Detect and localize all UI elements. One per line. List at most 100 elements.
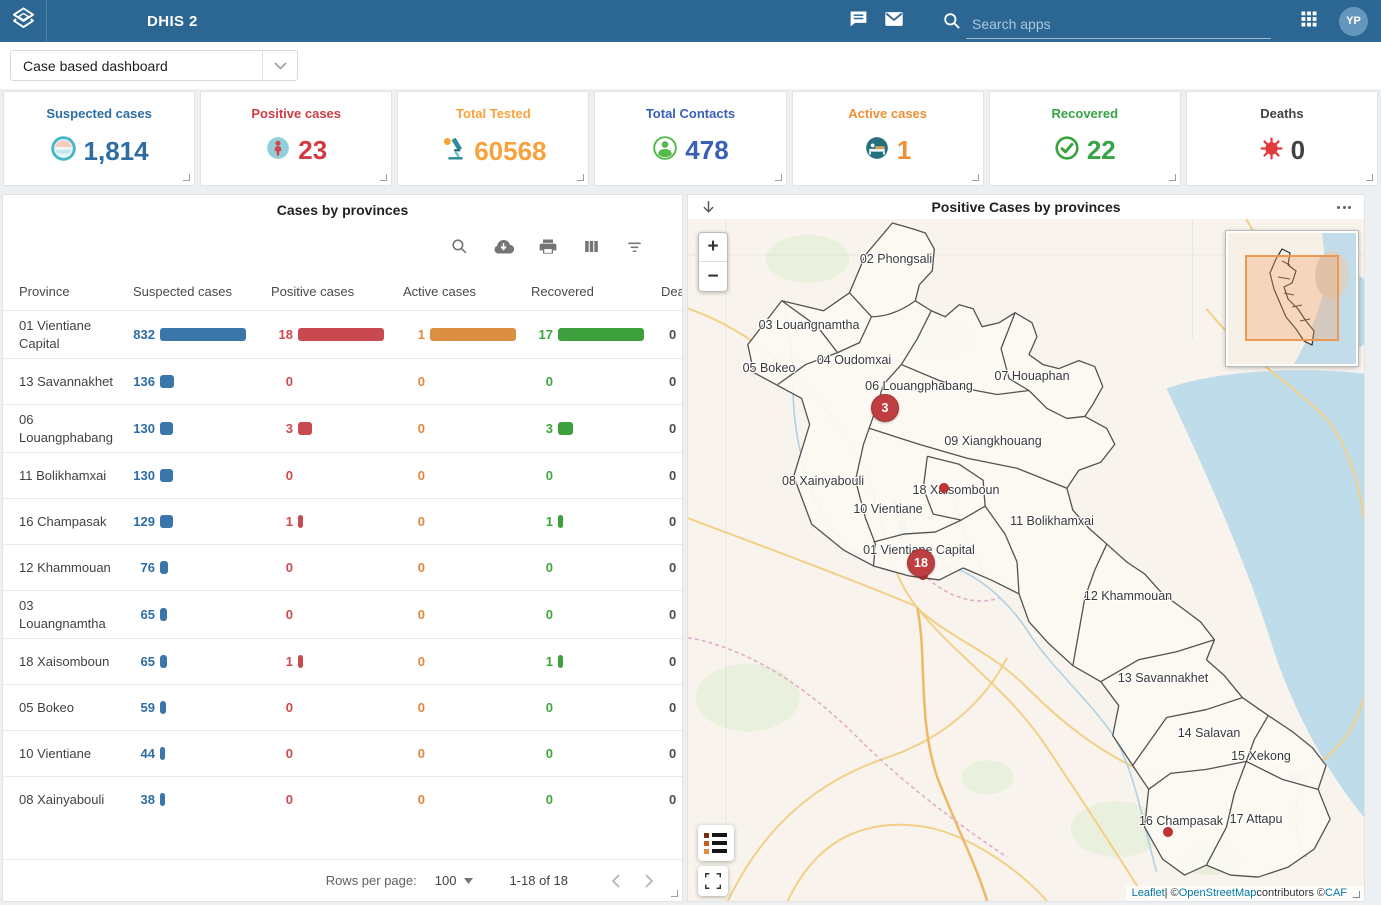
kpi-value-row: 1,814 [50,135,149,167]
cell-value: 0 [531,746,553,761]
case-point-marker[interactable] [1163,827,1173,837]
case-point-marker[interactable] [939,483,949,493]
table-filter-button[interactable] [625,237,644,261]
cell-value: 0 [531,468,553,483]
table-search-button[interactable] [450,237,469,261]
cell-bar [298,328,384,341]
cell-deaths: 0 [661,514,683,529]
cell-value: 0 [271,560,293,575]
cell-positive: 0 [271,700,403,715]
map-label-04-oudomxai: 04 Oudomxai [817,353,891,367]
caf-link[interactable]: CAF [1325,887,1347,899]
cell-recovered: 0 [531,374,661,389]
dashboard-select[interactable]: Case based dashboard [10,50,298,81]
column-header-recovered: Recovered [531,284,661,299]
apps-menu-button[interactable] [1291,3,1327,39]
resize-handle[interactable] [380,174,387,181]
resize-handle[interactable] [671,890,678,897]
overview-minimap[interactable] [1226,231,1358,366]
person-positive-icon [265,135,291,166]
dhis2-logo-icon [10,5,37,37]
table-toolbar [3,218,682,272]
dhis2-logo-button[interactable] [0,0,47,42]
cell-suspected: 136 [133,374,271,389]
cell-value: 0 [531,700,553,715]
search-icon [450,237,469,261]
more-options-button[interactable] [1324,206,1364,209]
table-row: 03 Louangnamtha650000 [3,590,683,638]
cell-suspected: 65 [133,654,271,669]
cell-value: 0 [403,654,425,669]
cell-deaths: 0 [661,421,683,436]
rows-per-page-value: 100 [435,873,457,888]
rows-per-page-select[interactable]: 100 [435,873,474,888]
cell-active: 0 [403,421,531,436]
search-icon [938,3,966,39]
cell-value: 136 [133,374,155,389]
kpi-value-row: 23 [265,135,327,166]
cell-bar [160,515,173,528]
column-header-province: Province [19,284,133,299]
leaflet-map[interactable]: 02 Phongsali03 Louangnamtha04 Oudomxai05… [688,219,1364,901]
zoom-in-button[interactable]: + [699,233,727,262]
cell-value: 0 [531,792,553,807]
map-label-16-champasak: 16 Champasak [1139,814,1223,828]
cell-recovered: 1 [531,654,661,669]
cell-recovered: 3 [531,421,661,436]
map-label-09-xiangkhouang: 09 Xiangkhouang [944,434,1041,448]
layers-control-button[interactable] [698,825,734,861]
search-apps-input[interactable] [966,12,1271,39]
microscope-icon [440,135,467,167]
caret-down-icon [464,878,473,884]
cell-active: 1 [403,327,531,342]
province-name: 18 Xaisomboun [19,647,133,677]
user-avatar[interactable]: YP [1339,7,1368,36]
resize-handle[interactable] [577,174,584,181]
kpi-label: Total Contacts [646,106,735,121]
cluster-marker[interactable]: 3 [871,394,899,422]
kpi-value: 478 [685,135,728,166]
fullscreen-button[interactable] [698,866,728,896]
osm-link[interactable]: OpenStreetMap [1179,887,1257,899]
download-button[interactable] [688,199,728,216]
kpi-value: 60568 [474,136,546,167]
cell-positive: 3 [271,421,403,436]
cell-value: 0 [403,468,425,483]
province-name: 16 Champasak [19,507,133,537]
resize-handle[interactable] [775,174,782,181]
cell-bar [160,469,173,482]
table-row: 08 Xainyabouli380000 [3,776,683,822]
leaflet-link[interactable]: Leaflet [1132,887,1165,899]
cell-active: 0 [403,514,531,529]
cell-value: 0 [271,746,293,761]
cell-value: 0 [531,560,553,575]
messages-button[interactable] [840,3,876,39]
table-body: 01 Vientiane Capital83218117013 Savannak… [3,310,683,822]
table-download-button[interactable] [493,236,514,262]
table-columns-button[interactable] [582,237,601,261]
province-name: 08 Xainyabouli [19,785,133,815]
resize-handle[interactable] [1353,891,1360,898]
map-label-10-vientiane: 10 Vientiane [853,502,922,516]
mask-face-icon [50,135,77,167]
cell-bar [558,422,573,435]
zoom-out-button[interactable]: − [699,262,727,291]
kpi-label: Total Tested [456,106,531,121]
email-button[interactable] [876,3,912,39]
table-pagination: Rows per page: 100 1-18 of 18 [3,859,682,901]
table-print-button[interactable] [538,237,558,262]
cell-suspected: 129 [133,514,271,529]
next-page-button[interactable] [632,874,666,888]
table-row: 06 Louangphabang1303030 [3,404,683,452]
province-name: 05 Bokeo [19,693,133,723]
resize-handle[interactable] [183,174,190,181]
resize-handle[interactable] [1366,174,1373,181]
cell-value: 0 [403,374,425,389]
top-app-bar: DHIS 2 [0,0,1381,42]
resize-handle[interactable] [1169,174,1176,181]
previous-page-button[interactable] [598,874,632,888]
mail-icon [883,8,905,35]
cell-value: 3 [531,421,553,436]
cluster-marker[interactable]: 18 [907,549,935,577]
resize-handle[interactable] [972,174,979,181]
